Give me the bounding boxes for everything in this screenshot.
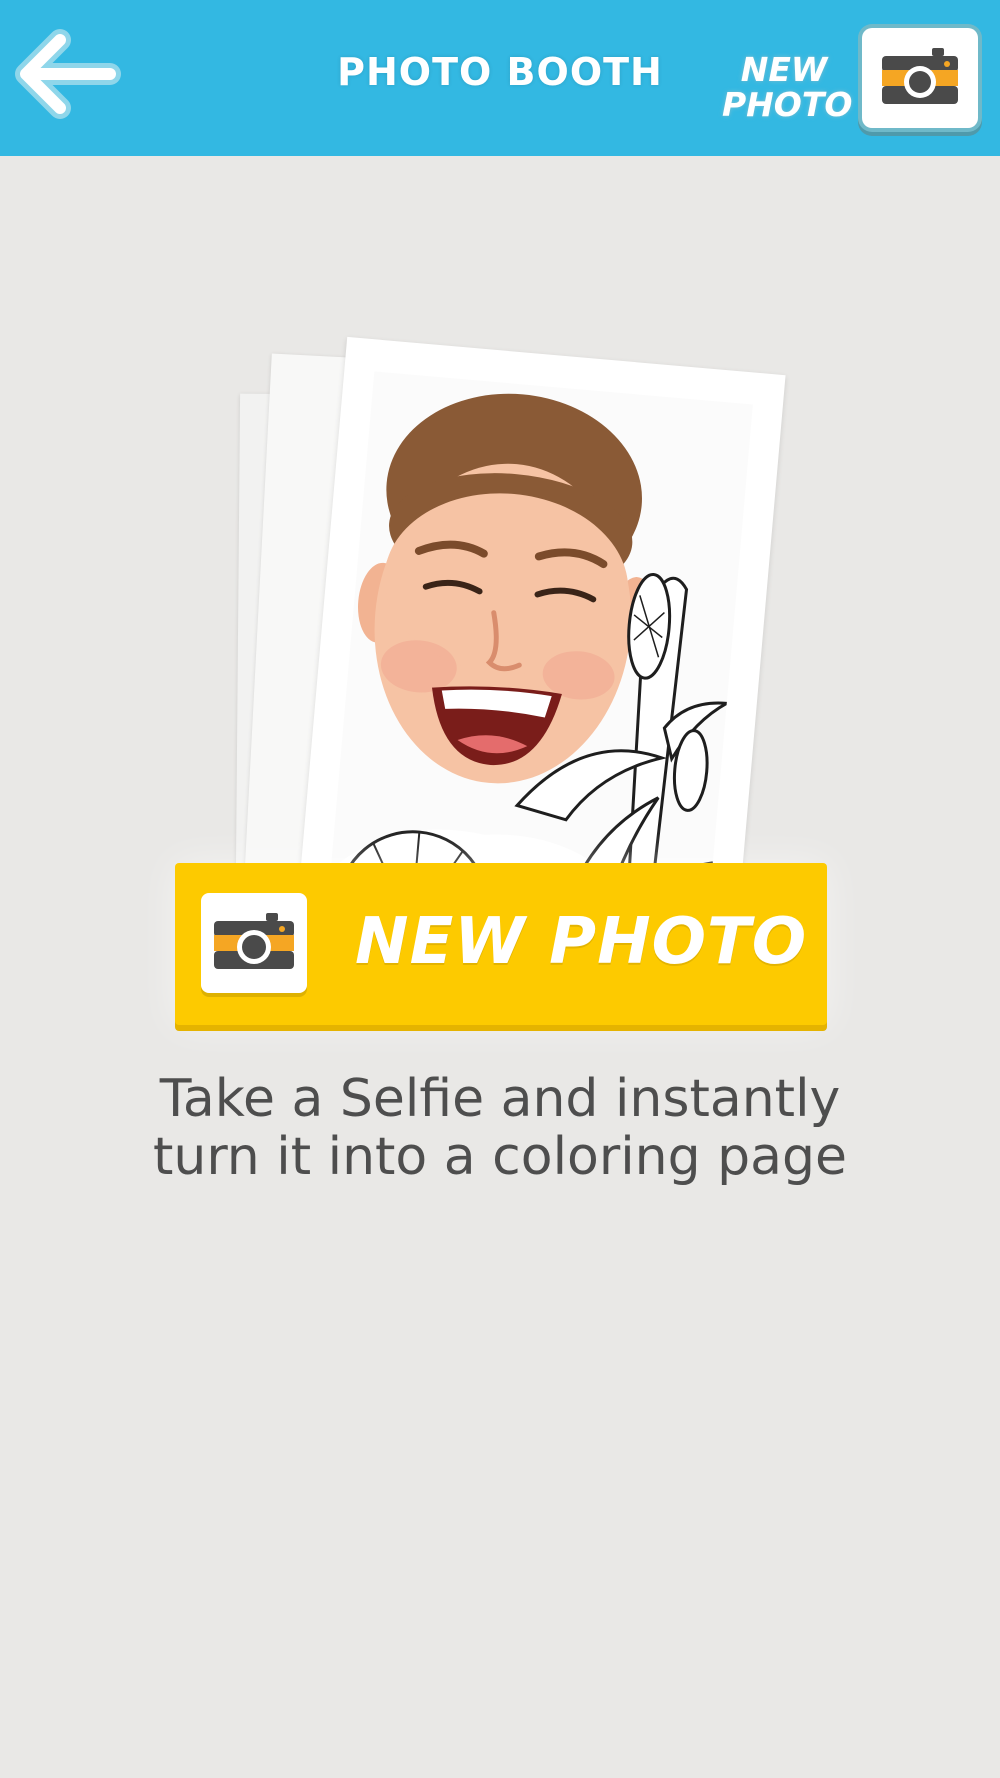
description-line-1: Take a Selfie and instantly <box>159 1069 841 1129</box>
new-photo-button-label: NEW PHOTO <box>355 905 808 979</box>
boy-coloring-illustration <box>325 393 732 934</box>
photo-area <box>322 371 753 934</box>
description-text: Take a Selfie and instantly turn it into… <box>120 1070 880 1186</box>
sample-photo <box>298 336 786 934</box>
description-line-2: turn it into a coloring page <box>152 1127 848 1187</box>
new-photo-button-camera <box>201 893 307 993</box>
photo-stack-illustration <box>0 0 1000 934</box>
new-photo-button[interactable]: NEW PHOTO <box>175 863 827 1025</box>
camera-icon <box>214 913 294 969</box>
